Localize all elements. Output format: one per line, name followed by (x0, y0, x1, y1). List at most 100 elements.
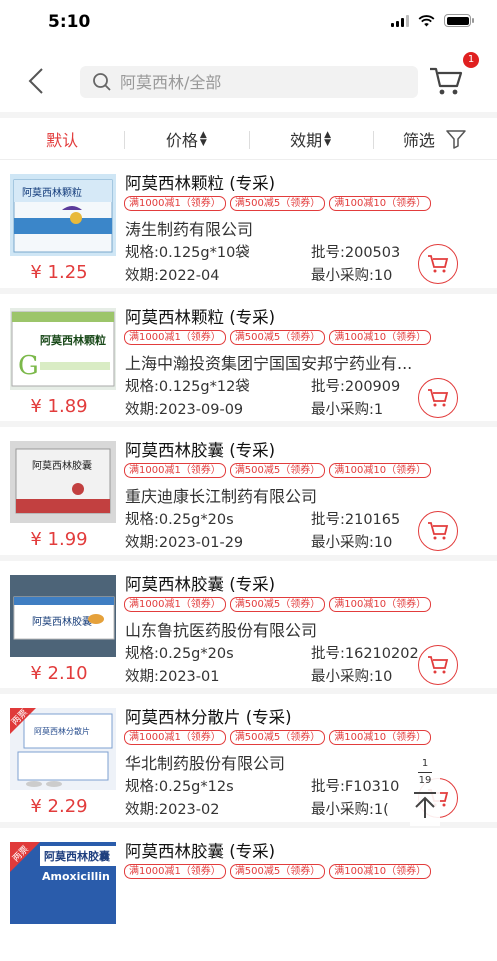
product-name[interactable]: 阿莫西林分散片 (专采) (125, 704, 292, 728)
thumb-label: 阿莫西林胶囊 (32, 459, 92, 472)
product-expiry: 效期:2023-09-09 (125, 398, 243, 419)
product-batch: 批号:200503 (311, 241, 400, 262)
coupon-badge[interactable]: 满1000减1（领券） (124, 597, 226, 612)
coupon-badge[interactable]: 满500减5（领券） (230, 463, 325, 478)
coupon-badge[interactable]: 满100减10（领券） (329, 196, 431, 211)
product-name[interactable]: 阿莫西林胶囊 (专采) (125, 437, 275, 461)
coupon-badge[interactable]: 满100减10（领券） (329, 730, 431, 745)
coupon-badge[interactable]: 满100减10（领券） (329, 463, 431, 478)
cart-icon (427, 655, 449, 675)
coupon-badge[interactable]: 满1000减1（领券） (124, 463, 226, 478)
funnel-icon (445, 129, 467, 149)
product-list: 阿莫西林颗粒 ¥ 1.25 阿莫西林颗粒 (专采) 满1000减1（领券） 满5… (0, 160, 497, 961)
page-indicator[interactable]: 1 19 (410, 758, 440, 826)
product-manufacturer: 涛生制药有限公司 (125, 216, 495, 240)
coupon-badge[interactable]: 满500减5（领券） (230, 196, 325, 211)
thumb-en-label: Amoxicillin (42, 870, 110, 883)
thumb-label: 阿莫西林胶囊 (32, 615, 92, 628)
page-total: 19 (410, 775, 440, 787)
coupon-badge[interactable]: 满500减5（领券） (230, 597, 325, 612)
product-expiry: 效期:2023-01 (125, 665, 219, 686)
product-batch: 批号:16210202 (311, 642, 419, 663)
product-batch: 批号:210165 (311, 508, 400, 529)
thumb-label: 阿莫西林颗粒 (22, 186, 82, 199)
product-spec: 规格:0.25g*20s (125, 508, 234, 529)
page-fraction-bar (418, 772, 432, 773)
back-arrow-icon[interactable] (22, 66, 52, 96)
coupon-badge[interactable]: 满500减5（领券） (230, 864, 325, 879)
filter-default[interactable]: 默认 (0, 118, 124, 159)
filter-price[interactable]: 价格▲▼ (124, 118, 248, 159)
back-to-top-icon[interactable] (412, 791, 438, 819)
coupon-badge[interactable]: 满1000减1（领券） (124, 196, 226, 211)
thumb-label: 阿莫西林颗粒 (40, 333, 106, 347)
filter-price-label: 价格 (166, 127, 198, 151)
product-manufacturer: 上海中瀚投资集团宁国国安邦宁药业有... (125, 350, 495, 374)
add-to-cart-button[interactable] (418, 511, 458, 551)
product-manufacturer: 山东鲁抗医药股份有限公司 (125, 617, 495, 641)
coupon-badge[interactable]: 满100减10（领券） (329, 597, 431, 612)
product-spec: 规格:0.25g*20s (125, 642, 234, 663)
search-box[interactable] (80, 66, 418, 98)
coupon-badge[interactable]: 满1000减1（领券） (124, 864, 226, 879)
product-name[interactable]: 阿莫西林颗粒 (专采) (125, 304, 275, 328)
coupon-badge[interactable]: 满1000减1（领券） (124, 730, 226, 745)
coupon-badge[interactable]: 满500减5（领券） (230, 330, 325, 345)
product-expiry: 效期:2023-02 (125, 798, 219, 819)
svg-text:G: G (18, 351, 39, 381)
coupon-row: 满1000减1（领券） 满500减5（领券） 满100减10（领券） (124, 330, 431, 345)
coupon-badge[interactable]: 满100减10（领券） (329, 864, 431, 879)
thumb-label: 阿莫西林胶囊 (44, 849, 111, 863)
product-expiry: 效期:2023-01-29 (125, 531, 243, 552)
coupon-row: 满1000减1（领券） 满500减5（领券） 满100减10（领券） (124, 196, 431, 211)
filter-default-label: 默认 (46, 127, 78, 151)
coupon-badge[interactable]: 满100减10（领券） (329, 330, 431, 345)
product-name[interactable]: 阿莫西林颗粒 (专采) (125, 170, 275, 194)
add-to-cart-button[interactable] (418, 378, 458, 418)
filter-screen-label: 筛选 (403, 127, 435, 151)
filter-bar: 默认 价格▲▼ 效期▲▼ 筛选 (0, 118, 497, 160)
product-image: 阿莫西林颗粒 G (10, 308, 116, 390)
product-image: 阿莫西林颗粒 (10, 174, 116, 256)
product-name[interactable]: 阿莫西林胶囊 (专采) (125, 571, 275, 595)
sort-arrows-icon: ▲▼ (200, 131, 207, 147)
product-spec: 规格:0.125g*10袋 (125, 241, 250, 262)
product-image: 阿莫西林胶囊 (10, 441, 116, 523)
product-item[interactable]: 阿莫西林胶囊 ¥ 2.10 阿莫西林胶囊 (专采) 满1000减1（领券） 满5… (0, 561, 497, 695)
product-price: ¥ 1.99 (0, 529, 118, 550)
product-item[interactable]: 阿莫西林颗粒 ¥ 1.25 阿莫西林颗粒 (专采) 满1000减1（领券） 满5… (0, 160, 497, 294)
status-time: 5:10 (48, 12, 90, 32)
product-batch: 批号:F10310 (311, 775, 399, 796)
coupon-badge[interactable]: 满500减5（领券） (230, 730, 325, 745)
product-spec: 规格:0.125g*12袋 (125, 375, 250, 396)
product-batch: 批号:200909 (311, 375, 400, 396)
status-bar: 5:10 (0, 0, 497, 48)
product-item[interactable]: 阿莫西林颗粒 G ¥ 1.89 阿莫西林颗粒 (专采) 满1000减1（领券） … (0, 294, 497, 428)
product-price: ¥ 1.89 (0, 396, 118, 417)
add-to-cart-button[interactable] (418, 244, 458, 284)
filter-expiry-label: 效期 (290, 127, 322, 151)
product-item[interactable]: 阿莫西林胶囊 Amoxicillin 两票 阿莫西林胶囊 (专采) 满1000减… (0, 828, 497, 961)
status-icons (391, 14, 471, 27)
product-min-qty: 最小采购:1( (311, 798, 389, 819)
search-icon (92, 72, 112, 92)
product-min-qty: 最小采购:10 (311, 264, 392, 285)
coupon-row: 满1000减1（领券） 满500减5（领券） 满100减10（领券） (124, 730, 431, 745)
filter-screen[interactable]: 筛选 (373, 118, 497, 159)
product-name[interactable]: 阿莫西林胶囊 (专采) (125, 838, 275, 862)
coupon-badge[interactable]: 满1000减1（领券） (124, 330, 226, 345)
product-image: 阿莫西林胶囊 (10, 575, 116, 657)
coupon-row: 满1000减1（领券） 满500减5（领券） 满100减10（领券） (124, 864, 431, 879)
product-price: ¥ 2.10 (0, 663, 118, 684)
search-input[interactable] (120, 73, 400, 92)
thumb-label: 阿莫西林分散片 (34, 726, 90, 736)
product-manufacturer: 重庆迪康长江制药有限公司 (125, 483, 495, 507)
add-to-cart-button[interactable] (418, 645, 458, 685)
product-item[interactable]: 阿莫西林胶囊 ¥ 1.99 阿莫西林胶囊 (专采) 满1000减1（领券） 满5… (0, 427, 497, 561)
product-min-qty: 最小采购:1 (311, 398, 383, 419)
cart-count-badge: 1 (463, 52, 479, 68)
filter-expiry[interactable]: 效期▲▼ (249, 118, 373, 159)
cart-icon[interactable] (428, 64, 464, 98)
product-image: 阿莫西林分散片 两票 (10, 708, 116, 790)
cart-icon (427, 254, 449, 274)
